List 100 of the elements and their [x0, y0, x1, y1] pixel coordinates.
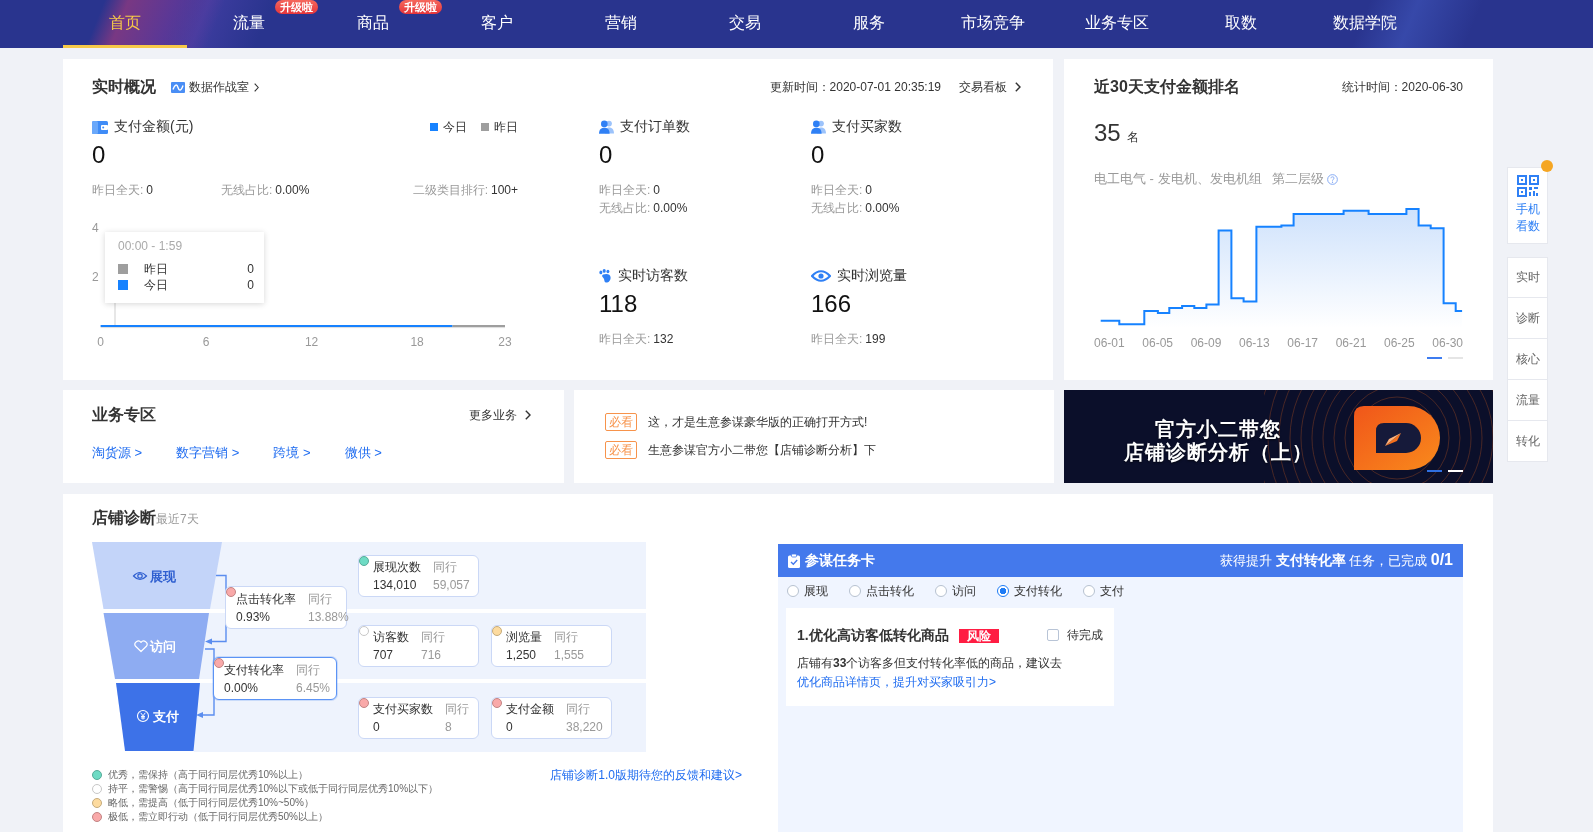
service-link[interactable]: 微供 > [344, 444, 382, 462]
checkbox-label: 待完成 [1067, 627, 1103, 644]
metric-label: 支付金额(元) [114, 118, 194, 136]
stat-label: 无线占比: [811, 200, 863, 217]
axis-tick-label: 06-30 [1432, 335, 1463, 351]
stat-value: 0.00% [653, 200, 688, 217]
metric-value: 0 [599, 140, 614, 170]
service-link[interactable]: 数字营销 > [176, 444, 240, 462]
peer-label: 同行 [296, 661, 321, 679]
side-nav-item[interactable]: 核心 [1507, 339, 1548, 380]
side-nav-item[interactable]: 诊断 [1507, 298, 1548, 339]
axis-tick-label: 18 [410, 334, 424, 349]
peer-value: 59,057 [433, 576, 470, 594]
peer-value: 13.88% [308, 608, 349, 626]
carousel-indicator[interactable] [1427, 357, 1442, 359]
funnel-stage[interactable] [116, 683, 200, 751]
metric-value: 166 [811, 289, 853, 319]
carousel-indicator[interactable] [1448, 470, 1463, 472]
notice-link[interactable]: 生意参谋官方小二带您【店铺诊断分析】下 [648, 441, 876, 459]
war-room-link[interactable]: 数据作战室 [171, 78, 259, 96]
nav-tab[interactable]: 首页 [63, 15, 187, 48]
carousel-indicator[interactable] [1427, 470, 1442, 472]
must-read-tag: 必看 [605, 413, 637, 431]
conversion-value: 0.93% [236, 608, 272, 626]
metric-value: 1,250 [506, 647, 538, 664]
card-title: 业务专区 [92, 404, 156, 425]
task-link[interactable]: 优化商品详情页，提升对买家吸引力> [797, 675, 996, 689]
nav-tab[interactable]: 服务 [807, 15, 931, 48]
nav-tab[interactable]: 流量 [187, 15, 311, 48]
line-chart-icon [171, 81, 185, 93]
yen-icon [136, 709, 150, 723]
feedback-link[interactable]: 店铺诊断1.0版期待您的反馈和建议> [550, 768, 742, 782]
nav-tab[interactable]: 业务专区 [1055, 15, 1179, 48]
clipboard-icon [788, 553, 800, 568]
peer-value: 6.45% [296, 679, 331, 697]
people-icon [811, 120, 826, 134]
metric-value: 707 [373, 647, 395, 664]
funnel-stage[interactable] [103, 613, 209, 679]
legend-label: 今日 [443, 118, 467, 136]
axis-tick-label: 06-17 [1287, 335, 1318, 351]
metric-name: 展现次数 [373, 558, 421, 576]
axis-tick-label: 0 [97, 334, 104, 349]
stat-label: 无线占比: [221, 182, 273, 199]
metric-label: 实时访客数 [618, 267, 688, 285]
legend-text: 略低，需提高（低于同行同层优秀10%~50%） [108, 796, 314, 810]
side-nav-item[interactable]: 流量 [1507, 380, 1548, 421]
checkbox[interactable] [1047, 629, 1059, 641]
stat-label: 昨日全天: [599, 331, 651, 348]
metric-label: 支付订单数 [620, 118, 690, 136]
task-card-title: 参谋任务卡 [805, 551, 875, 570]
more-services-link[interactable]: 更多业务 [469, 406, 531, 424]
axis-tick-label: 06-01 [1094, 335, 1125, 351]
nav-tab[interactable]: 数据学院 [1303, 15, 1427, 48]
peer-value: 716 [421, 647, 443, 664]
chevron-right-icon [525, 410, 531, 420]
peer-value: 8 [445, 718, 453, 736]
trade-board-link[interactable]: 交易看板 [959, 78, 1021, 96]
stat-label: 昨日全天: [599, 182, 651, 199]
category-path: 电工电气 - 发电机、发电机组 [1094, 170, 1262, 188]
people-icon [599, 120, 614, 134]
conversion-card[interactable]: 点击转化率 同行 0.93% 13.88% [225, 586, 347, 629]
nav-tab[interactable]: 商品 [311, 15, 435, 48]
funnel-stage[interactable] [92, 542, 222, 609]
task-type-option[interactable]: 展现 [787, 580, 828, 602]
nav-tab[interactable]: 市场竞争 [931, 15, 1055, 48]
task-type-option[interactable]: 点击转化 [849, 580, 914, 602]
service-link[interactable]: 跨境 > [273, 444, 311, 462]
axis-tick-label: 06-09 [1190, 335, 1222, 351]
metric-name: 支付买家数 [373, 700, 433, 718]
must-read-tag: 必看 [605, 441, 637, 459]
task-type-option[interactable]: 支付转化 [997, 580, 1062, 602]
promo-banner[interactable]: 官方小二带您 店铺诊断分析（上） [1064, 390, 1493, 483]
stat-value: 0.00% [865, 200, 900, 217]
peer-value: 38,220 [566, 718, 603, 736]
nav-tab[interactable]: 取数 [1179, 15, 1303, 48]
peer-label: 同行 [433, 558, 458, 576]
help-icon[interactable] [1326, 173, 1338, 185]
conversion-card[interactable]: 支付转化率 同行 0.00% 6.45% [213, 657, 337, 700]
nav-tab[interactable]: 交易 [683, 15, 807, 48]
metric-label: 实时浏览量 [837, 267, 907, 285]
funnel-stage-label: 展现 [150, 568, 176, 584]
tooltip-value: 0 [247, 262, 254, 276]
stat-value: 100+ [490, 182, 518, 199]
peer-label: 同行 [445, 700, 469, 718]
banner-headline: 官方小二带您 [1154, 418, 1282, 441]
metric-value: 0 [92, 140, 107, 170]
metric-name: 访客数 [373, 629, 409, 646]
banner-headline: 店铺诊断分析（上） [1122, 441, 1314, 464]
mobile-view-button[interactable]: 手机看数 [1507, 167, 1548, 244]
side-nav-item[interactable]: 转化 [1507, 421, 1548, 462]
notice-link[interactable]: 这，才是生意参谋豪华版的正确打开方式! [648, 413, 868, 431]
task-type-option[interactable]: 支付 [1083, 580, 1124, 602]
nav-tab[interactable]: 客户 [435, 15, 559, 48]
side-nav-item[interactable]: 实时 [1507, 257, 1548, 298]
chevron-right-icon [254, 82, 259, 92]
axis-tick-label: 23 [498, 334, 512, 349]
service-link[interactable]: 淘货源 > [92, 444, 143, 462]
nav-tab[interactable]: 营销 [559, 15, 683, 48]
chevron-right-icon [1015, 82, 1021, 92]
task-type-option[interactable]: 访问 [935, 580, 976, 602]
